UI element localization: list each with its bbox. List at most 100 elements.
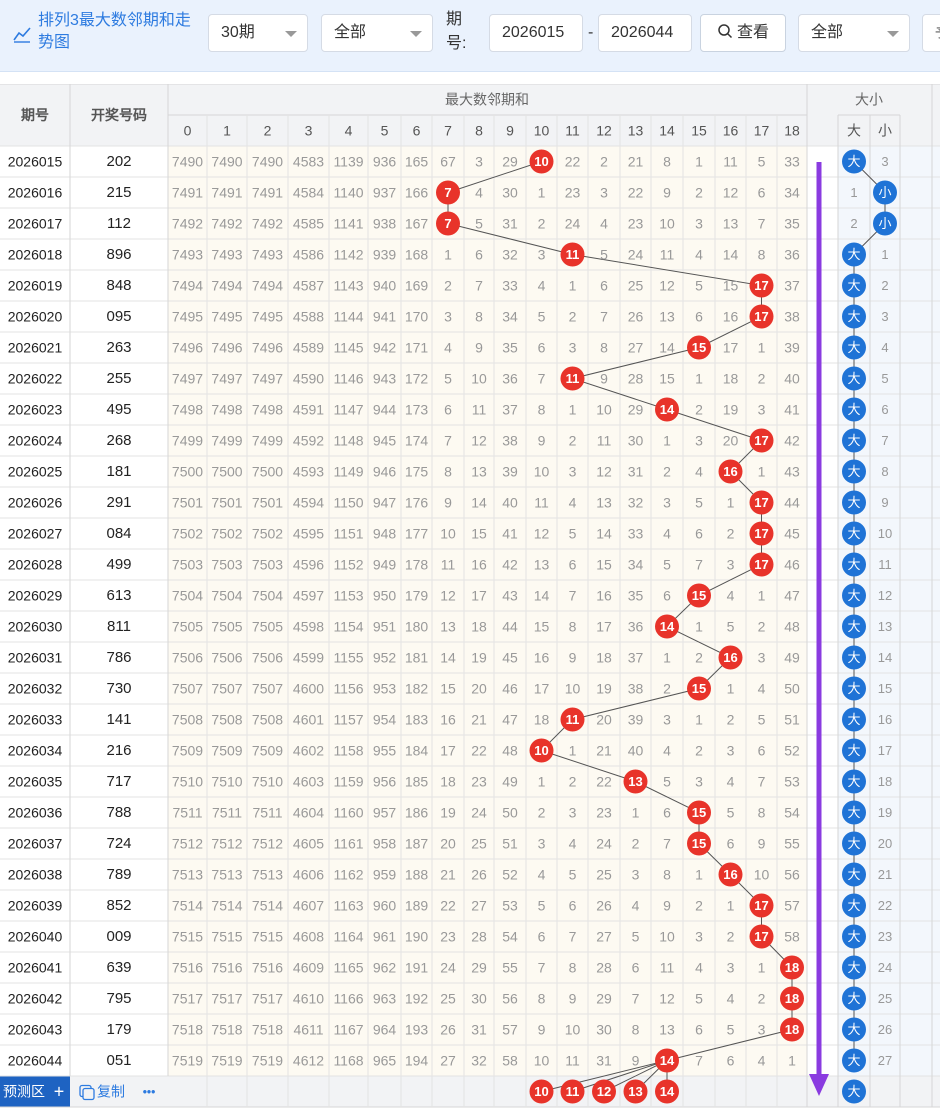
table-cell-value: 938 [373,216,397,232]
table-cell-value: 47 [784,588,800,604]
table-cell-value: 1 [632,805,640,821]
table-cell-value: 44 [502,619,518,635]
filter2-select[interactable]: 全部 [798,14,910,52]
table-cell-value: 4594 [293,495,324,511]
size-small-miss: 2 [881,278,888,293]
hit-ball-number: 17 [754,433,768,448]
extra-select[interactable]: 予 [922,14,940,52]
table-cell-value: 7508 [172,712,203,728]
table-cell-value: 7490 [211,154,242,170]
more-button: ••• [143,1085,156,1099]
table-cell-value: 1156 [333,681,363,697]
table-cell-value: 27 [628,340,644,356]
table-cell-value: 19 [723,402,739,418]
table-cell-value: 2 [758,619,766,635]
table-cell-value: 5 [727,1022,735,1038]
table-row-issue: 2026033 [8,712,63,728]
table-cell-value: 3 [444,309,452,325]
table-row-issue: 2026040 [8,929,63,945]
table-cell-value: 7500 [252,464,283,480]
hit-ball-number: 17 [754,557,768,572]
table-cell-value: 3 [695,929,703,945]
table-cell-value: 2 [727,929,735,945]
table-cell-value: 167 [405,216,429,232]
table-cell-value: 6 [758,185,766,201]
table-cell-value: 4588 [293,309,324,325]
issue-from-input[interactable]: 2026015 [489,14,583,52]
table-cell-value: 7497 [172,371,203,387]
chart-title[interactable]: 排列3最大数邻期和走势图 [12,10,202,54]
table-cell-value: 942 [373,340,397,356]
table-cell-value: 4 [727,588,735,604]
table-cell-value: 27 [596,929,612,945]
table-cell-value: 1 [569,743,577,759]
table-cell-value: 176 [405,495,429,511]
table-cell-value: 951 [373,619,397,635]
issue-to-input[interactable]: 2026044 [598,14,692,52]
table-row-draw: 141 [106,711,131,728]
table-cell-value: 7493 [172,247,203,263]
header-col-15: 15 [691,123,707,139]
table-cell-value: 7513 [252,867,283,883]
table-cell-value: 7490 [252,154,283,170]
table-cell-value: 177 [405,526,429,542]
table-cell-value: 16 [596,588,612,604]
header-col-12: 12 [596,123,612,139]
table-cell-value: 1 [695,619,703,635]
table-cell-value: 47 [502,712,518,728]
size-small-miss: 16 [878,712,892,727]
table-cell-value: 1165 [333,960,363,976]
table-cell-value: 10 [565,681,581,697]
table-cell-value: 8 [600,340,608,356]
table-cell-value: 4 [632,898,640,914]
size-ball-big-text: 大 [847,433,860,448]
table-cell-value: 12 [723,185,739,201]
table-row-draw: 730 [106,680,131,697]
hit-ball-number: 11 [566,247,580,262]
table-cell-value: 1157 [333,712,363,728]
table-cell-value: 946 [373,464,397,480]
size-small-miss: 23 [878,929,892,944]
table-cell-value: 1161 [333,836,363,852]
table-cell-value: 17 [534,681,550,697]
table-cell-value: 7519 [252,1053,283,1069]
table-cell-value: 24 [440,960,456,976]
table-cell-value: 7512 [211,836,242,852]
table-cell-value: 7502 [172,526,203,542]
table-cell-value: 6 [538,929,546,945]
table-cell-value: 5 [695,278,703,294]
table-row-draw: 795 [106,990,131,1007]
size-ball-big-text: 大 [847,805,860,820]
filter-select[interactable]: 全部 [321,14,433,52]
filter-select-value: 全部 [334,24,367,41]
table-cell-value: 52 [784,743,800,759]
table-cell-value: 7 [475,278,483,294]
periods-select[interactable]: 30期 [208,14,308,52]
table-cell-value: 67 [440,154,456,170]
hit-ball-number: 7 [444,185,451,200]
table-cell-value: 3 [663,495,671,511]
table-cell-value: 39 [628,712,644,728]
table-cell-value: 7494 [172,278,203,294]
query-button[interactable]: 查看 [700,14,786,52]
table-cell-value: 18 [534,712,550,728]
table-cell-value: 22 [471,743,487,759]
hit-ball-number: 7 [444,216,451,231]
table-cell-value: 15 [534,619,550,635]
table-cell-value: 7499 [252,433,283,449]
table-cell-value: 4584 [293,185,324,201]
table-cell-value: 31 [596,1053,612,1069]
table-cell-value: 4589 [293,340,324,356]
table-cell-value: 5 [569,867,577,883]
table-cell-value: 173 [405,402,429,418]
table-cell-value: 15 [471,526,487,542]
table-cell-value: 27 [471,898,487,914]
hit-ball-number: 14 [660,619,675,634]
table-cell-value: 2 [758,991,766,1007]
table-cell-value: 34 [628,557,644,573]
table-cell-value: 30 [596,1022,612,1038]
size-ball-big-text: 大 [847,1053,860,1068]
table-row-draw: 181 [106,463,131,480]
table-cell-value: 13 [534,557,550,573]
table-cell-value: 9 [663,898,671,914]
